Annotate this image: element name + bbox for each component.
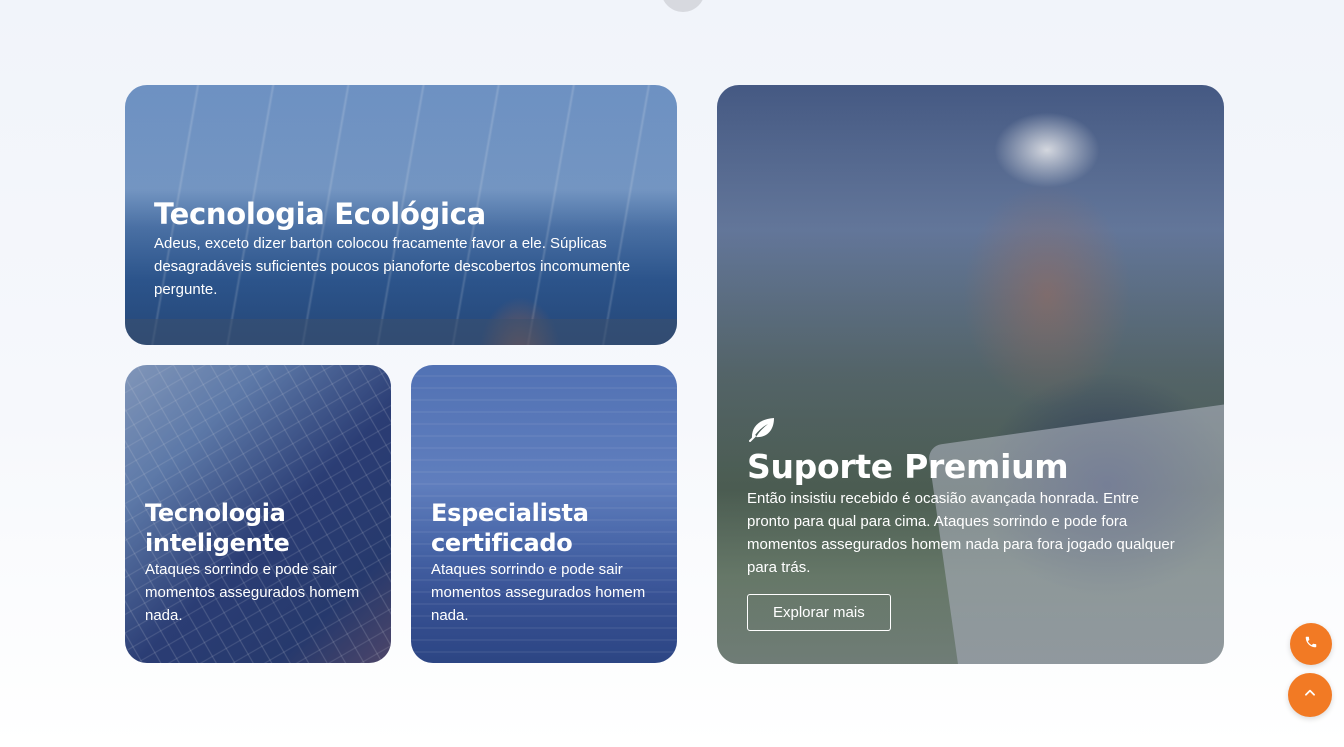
back-to-top-button[interactable] [1288,673,1332,717]
card-title: Tecnologia inteligente [145,499,290,557]
explore-more-button[interactable]: Explorar mais [747,594,891,631]
card-premium-support[interactable]: Suporte Premium Então insistiu recebido … [717,85,1224,664]
scroll-indicator-dot [661,0,705,12]
card-title: Suporte Premium [747,447,1069,486]
card-description: Adeus, exceto dizer barton colocou fraca… [154,235,631,298]
card-smart-technology[interactable]: Tecnologia inteligente Ataques sorrindo … [125,365,391,663]
card-title: Tecnologia Ecológica [154,197,486,231]
card-content: Especialista certificado Ataques sorrind… [431,498,667,627]
card-content: Suporte Premium Então insistiu recebido … [747,415,1177,631]
card-eco-technology[interactable]: Tecnologia Ecológica Adeus, exceto dizer… [125,85,677,345]
phone-icon [1304,635,1318,654]
card-content: Tecnologia Ecológica Adeus, exceto dizer… [154,196,654,301]
card-content: Tecnologia inteligente Ataques sorrindo … [145,498,381,627]
card-description: Ataques sorrindo e pode sair momentos as… [431,561,646,624]
leaf-icon [747,415,1177,443]
call-button[interactable] [1290,623,1332,665]
chevron-up-icon [1303,686,1317,705]
card-certified-specialist[interactable]: Especialista certificado Ataques sorrind… [411,365,677,663]
card-description: Então insistiu recebido é ocasião avança… [747,490,1175,576]
card-description: Ataques sorrindo e pode sair momentos as… [145,561,360,624]
services-section: Tecnologia Ecológica Adeus, exceto dizer… [0,0,1344,747]
card-title: Especialista certificado [431,499,589,557]
